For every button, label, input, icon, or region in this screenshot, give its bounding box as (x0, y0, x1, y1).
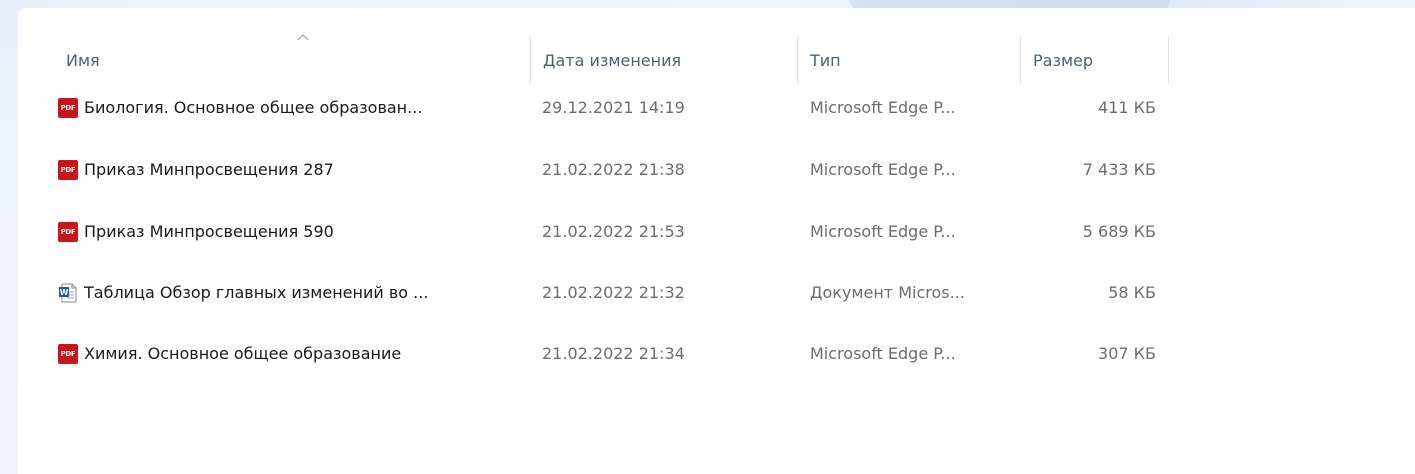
pdf-file-icon: PDF (58, 344, 78, 364)
file-size: 411 КБ (1098, 98, 1156, 117)
file-row[interactable]: PDF Приказ Минпросвещения 287 21.02.2022… (54, 151, 1169, 189)
file-row[interactable]: W Таблица Обзор главных изменений во ...… (54, 274, 1169, 312)
file-name: Химия. Основное общее образование (84, 344, 402, 363)
file-date: 29.12.2021 14:19 (542, 98, 685, 117)
file-size: 5 689 КБ (1082, 222, 1156, 241)
file-type: Microsoft Edge P... (810, 222, 956, 241)
column-header-size[interactable]: Размер (1020, 36, 1169, 84)
file-type: Документ Micros... (810, 283, 965, 302)
file-type: Microsoft Edge P... (810, 344, 956, 363)
file-name: Биология. Основное общее образован... (84, 98, 423, 117)
file-row[interactable]: PDF Приказ Минпросвещения 590 21.02.2022… (54, 213, 1169, 251)
file-date: 21.02.2022 21:34 (542, 344, 685, 363)
file-name: Таблица Обзор главных изменений во ... (84, 283, 429, 302)
column-header-size-label: Размер (1033, 50, 1094, 70)
pdf-file-icon: PDF (58, 98, 78, 118)
file-list-view: Имя Дата изменения Тип Размер PDF Биолог… (18, 8, 1415, 474)
column-header-date-label: Дата изменения (543, 50, 682, 70)
word-document-icon: W (59, 283, 77, 303)
svg-text:W: W (60, 288, 69, 297)
window-frame-left (0, 0, 18, 474)
file-type: Microsoft Edge P... (810, 160, 956, 179)
file-row[interactable]: PDF Химия. Основное общее образование 21… (54, 335, 1169, 373)
file-size: 7 433 КБ (1082, 160, 1156, 179)
column-header-type[interactable]: Тип (797, 36, 1019, 84)
pdf-file-icon: PDF (58, 160, 78, 180)
column-header-name-label: Имя (66, 50, 100, 70)
file-date: 21.02.2022 21:38 (542, 160, 685, 179)
file-type: Microsoft Edge P... (810, 98, 956, 117)
file-row[interactable]: PDF Биология. Основное общее образован..… (54, 89, 1169, 127)
file-date: 21.02.2022 21:53 (542, 222, 685, 241)
file-name: Приказ Минпросвещения 287 (84, 160, 334, 179)
pdf-file-icon: PDF (58, 222, 78, 242)
file-date: 21.02.2022 21:32 (542, 283, 685, 302)
column-header-name[interactable]: Имя (54, 36, 529, 84)
column-header-type-label: Тип (810, 50, 841, 70)
file-size: 58 КБ (1108, 283, 1156, 302)
file-name: Приказ Минпросвещения 590 (84, 222, 334, 241)
file-size: 307 КБ (1098, 344, 1156, 363)
column-header-date[interactable]: Дата изменения (530, 36, 796, 84)
